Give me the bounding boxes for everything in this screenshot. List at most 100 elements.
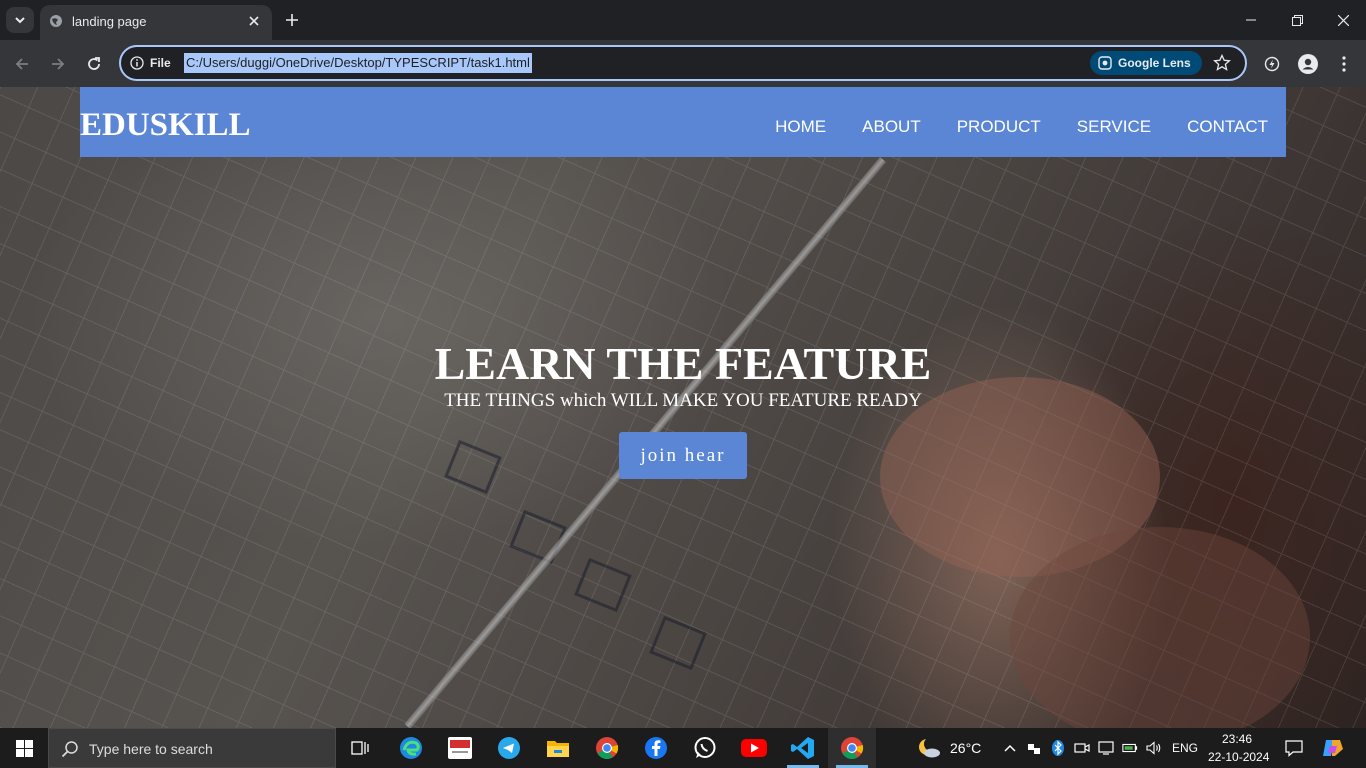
globe-icon [50, 15, 62, 27]
copilot-button[interactable] [1322, 737, 1344, 759]
task-view-icon [351, 741, 369, 755]
tray-network-status[interactable] [1026, 740, 1042, 756]
chevron-up-icon [1004, 744, 1016, 752]
minimize-icon [1246, 19, 1256, 21]
clock-time[interactable]: 23:46 [1222, 732, 1252, 746]
file-explorer-app[interactable] [534, 728, 582, 768]
start-button[interactable] [0, 728, 48, 768]
tray-overflow-button[interactable] [1002, 740, 1018, 756]
site-logo[interactable]: EDUSKILL [80, 107, 251, 144]
tray-display[interactable] [1098, 740, 1114, 756]
performance-icon [1264, 56, 1280, 72]
close-icon [249, 16, 259, 26]
reload-button[interactable] [81, 51, 107, 77]
chrome-app[interactable] [583, 728, 631, 768]
site-navbar: EDUSKILL HOME ABOUT PRODUCT SERVICE CONT… [80, 87, 1286, 157]
windows-taskbar: Type here to search 26°C ENG 23:46 22-10… [0, 728, 1366, 768]
speaker-icon [1146, 741, 1161, 755]
browser-menu-button[interactable] [1332, 52, 1356, 76]
telegram-icon [498, 737, 520, 759]
youtube-icon [741, 739, 767, 757]
avatar-icon [1298, 54, 1318, 74]
vscode-app[interactable] [779, 728, 827, 768]
input-language[interactable]: ENG [1172, 741, 1198, 755]
folder-icon [547, 741, 569, 757]
battery-icon [1122, 743, 1138, 753]
facebook-icon [645, 737, 667, 759]
google-lens-button[interactable]: Google Lens [1090, 51, 1202, 75]
tab-search-button[interactable] [6, 7, 34, 33]
url-scheme-label: File [150, 56, 171, 70]
notification-icon [1285, 740, 1303, 757]
kebab-menu-icon [1342, 56, 1346, 72]
search-icon [61, 741, 78, 758]
google-lens-label: Google Lens [1118, 56, 1191, 70]
url-text[interactable]: C:/Users/duggi/OneDrive/Desktop/TYPESCRI… [184, 53, 532, 73]
hero-title: LEARN THE FEATURE [434, 338, 932, 389]
bluetooth-icon [1052, 740, 1064, 756]
back-button[interactable] [9, 51, 35, 77]
reload-icon [88, 57, 100, 70]
copilot-icon [1323, 740, 1343, 756]
minimize-button[interactable] [1228, 0, 1274, 40]
weather-moon-icon[interactable] [916, 737, 942, 759]
browser-toolbar: File C:/Users/duggi/OneDrive/Desktop/TYP… [0, 40, 1366, 87]
taskbar-search-placeholder: Type here to search [89, 741, 213, 757]
restore-icon [1291, 14, 1303, 26]
close-window-button[interactable] [1320, 0, 1366, 40]
profile-button[interactable] [1296, 52, 1320, 76]
facebook-app[interactable] [632, 728, 680, 768]
nav-about-link[interactable]: ABOUT [862, 117, 921, 137]
browser-tab[interactable]: landing page [40, 5, 272, 40]
nav-home-link[interactable]: HOME [775, 117, 826, 137]
telegram-app[interactable] [485, 728, 533, 768]
youtube-app[interactable] [730, 728, 778, 768]
bookmark-star-icon[interactable] [1213, 54, 1231, 72]
ezee-icon [448, 737, 472, 759]
performance-button[interactable] [1260, 52, 1284, 76]
whatsapp-app[interactable] [681, 728, 729, 768]
arrow-right-icon [52, 58, 65, 70]
address-bar[interactable]: File C:/Users/duggi/OneDrive/Desktop/TYP… [119, 45, 1247, 81]
close-icon [1337, 14, 1349, 26]
page-viewport: EDUSKILL HOME ABOUT PRODUCT SERVICE CONT… [0, 87, 1366, 728]
display-icon [1098, 741, 1114, 755]
chrome-icon [596, 737, 619, 759]
plus-icon [286, 14, 298, 26]
edge-icon [400, 737, 422, 759]
arrow-left-icon [15, 58, 28, 70]
tray-battery[interactable] [1122, 740, 1138, 756]
windows-logo-icon [15, 739, 33, 757]
tab-close-button[interactable] [245, 12, 263, 30]
hero-subtitle: THE THINGS which WILL MAKE YOU FEATURE R… [444, 390, 922, 411]
whatsapp-icon [694, 737, 716, 758]
new-tab-button[interactable] [282, 10, 302, 30]
edge-app[interactable] [387, 728, 435, 768]
chevron-down-icon [15, 17, 25, 24]
tray-volume[interactable] [1146, 740, 1162, 756]
clock-date[interactable]: 22-10-2024 [1208, 750, 1269, 764]
tray-bluetooth[interactable] [1050, 740, 1066, 756]
chrome-icon [841, 737, 864, 759]
tray-meet[interactable] [1074, 740, 1090, 756]
vscode-icon [791, 737, 814, 759]
chrome-active-app[interactable] [828, 728, 876, 768]
taskbar-search[interactable]: Type here to search [48, 728, 336, 768]
lens-icon [1098, 56, 1112, 70]
site-menu: HOME ABOUT PRODUCT SERVICE CONTACT [775, 117, 1268, 137]
notification-center-button[interactable] [1285, 739, 1303, 757]
join-button[interactable]: join hear [619, 432, 747, 479]
browser-titlebar: landing page [0, 0, 1366, 40]
nav-contact-link[interactable]: CONTACT [1187, 117, 1268, 137]
info-icon[interactable] [130, 56, 144, 70]
forward-button[interactable] [45, 51, 71, 77]
weather-temperature[interactable]: 26°C [950, 740, 981, 756]
network-icon [1028, 744, 1040, 754]
task-view-button[interactable] [336, 728, 384, 768]
ezee-app[interactable] [436, 728, 484, 768]
nav-product-link[interactable]: PRODUCT [957, 117, 1041, 137]
restore-button[interactable] [1274, 0, 1320, 40]
nav-service-link[interactable]: SERVICE [1077, 117, 1151, 137]
tab-title: landing page [72, 14, 147, 29]
camera-icon [1074, 743, 1090, 753]
